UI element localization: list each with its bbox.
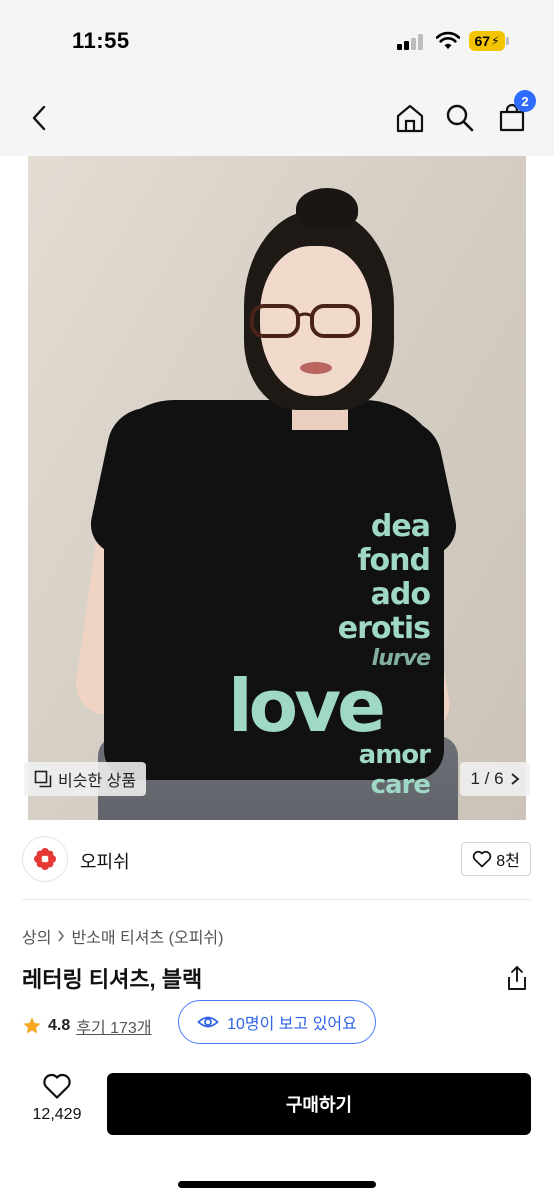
cart-button[interactable]: 2	[494, 90, 536, 136]
similar-icon	[34, 770, 52, 788]
brand-name[interactable]: 오피쉬	[80, 848, 130, 874]
viewers-text: 10명이 보고 있어요	[227, 1016, 357, 1033]
wishlist-button[interactable]: 12,429	[22, 1072, 92, 1134]
brand-like-button[interactable]: 8천	[461, 842, 531, 876]
eye-icon	[197, 1016, 219, 1028]
back-icon	[32, 105, 46, 131]
back-button[interactable]	[22, 100, 58, 136]
breadcrumb-category[interactable]: 상의	[22, 924, 51, 948]
signal-icon	[397, 34, 425, 50]
search-icon	[446, 104, 474, 132]
print-word-love: love	[228, 664, 386, 748]
battery-indicator: 67 ⚡	[469, 31, 505, 51]
breadcrumb-subcategory[interactable]: 반소매 티셔츠 (오피쉬)	[71, 924, 223, 948]
chevron-right-icon	[510, 773, 519, 785]
cart-count-badge: 2	[514, 90, 536, 112]
home-button[interactable]	[392, 100, 428, 136]
share-icon[interactable]	[504, 964, 530, 992]
brand-logo[interactable]	[22, 836, 68, 882]
battery-cap	[506, 37, 509, 45]
image-page-indicator[interactable]: 1 / 6	[460, 762, 530, 796]
brand-like-count: 8천	[496, 853, 520, 870]
buy-button[interactable]: 구매하기	[107, 1073, 531, 1135]
page-indicator-text: 1 / 6	[470, 769, 504, 788]
print-word: erotis	[337, 611, 431, 646]
search-button[interactable]	[442, 100, 478, 136]
viewers-badge: 10명이 보고 있어요	[178, 1000, 376, 1044]
photo-lips	[300, 362, 332, 374]
brand-row: 오피쉬 8천	[0, 820, 554, 900]
rating-value: 4.8	[48, 1017, 71, 1034]
print-word: lurve	[371, 646, 431, 671]
print-word: fond	[357, 543, 432, 578]
charging-icon: ⚡	[491, 34, 500, 48]
status-time: 11:55	[72, 28, 130, 53]
product-title: 레터링 티셔츠, 블랙	[22, 967, 203, 992]
star-icon	[23, 1017, 41, 1034]
home-icon	[396, 104, 424, 133]
chevron-right-icon	[58, 930, 65, 942]
product-image-gallery[interactable]: dea fond ado erotis lurve love amor care	[28, 156, 526, 820]
heart-icon	[43, 1073, 71, 1099]
wifi-icon	[436, 31, 460, 49]
print-word: ado	[370, 577, 431, 612]
status-bar: 11:55 67 ⚡	[0, 0, 554, 80]
print-word: care	[370, 770, 431, 800]
home-indicator	[178, 1181, 376, 1188]
top-nav: 2	[0, 80, 554, 156]
similar-products-button[interactable]: 비슷한 상품	[24, 762, 147, 796]
heart-icon	[472, 850, 492, 868]
brand-flower-icon	[34, 848, 56, 870]
print-word: dea	[370, 509, 431, 544]
similar-products-label: 비슷한 상품	[58, 773, 137, 790]
divider	[22, 899, 532, 900]
photo-glasses	[250, 304, 360, 338]
shirt-print: dea fond ado erotis lurve love amor care	[228, 509, 432, 802]
photo-hair-bun	[296, 188, 358, 230]
breadcrumb: 상의 반소매 티셔츠 (오피쉬)	[22, 924, 223, 948]
wishlist-count: 12,429	[32, 1106, 82, 1123]
reviews-link[interactable]: 후기 173개	[76, 1014, 151, 1038]
rating-row: 4.8 후기 173개	[22, 1014, 152, 1038]
battery-level: 67	[474, 33, 491, 49]
